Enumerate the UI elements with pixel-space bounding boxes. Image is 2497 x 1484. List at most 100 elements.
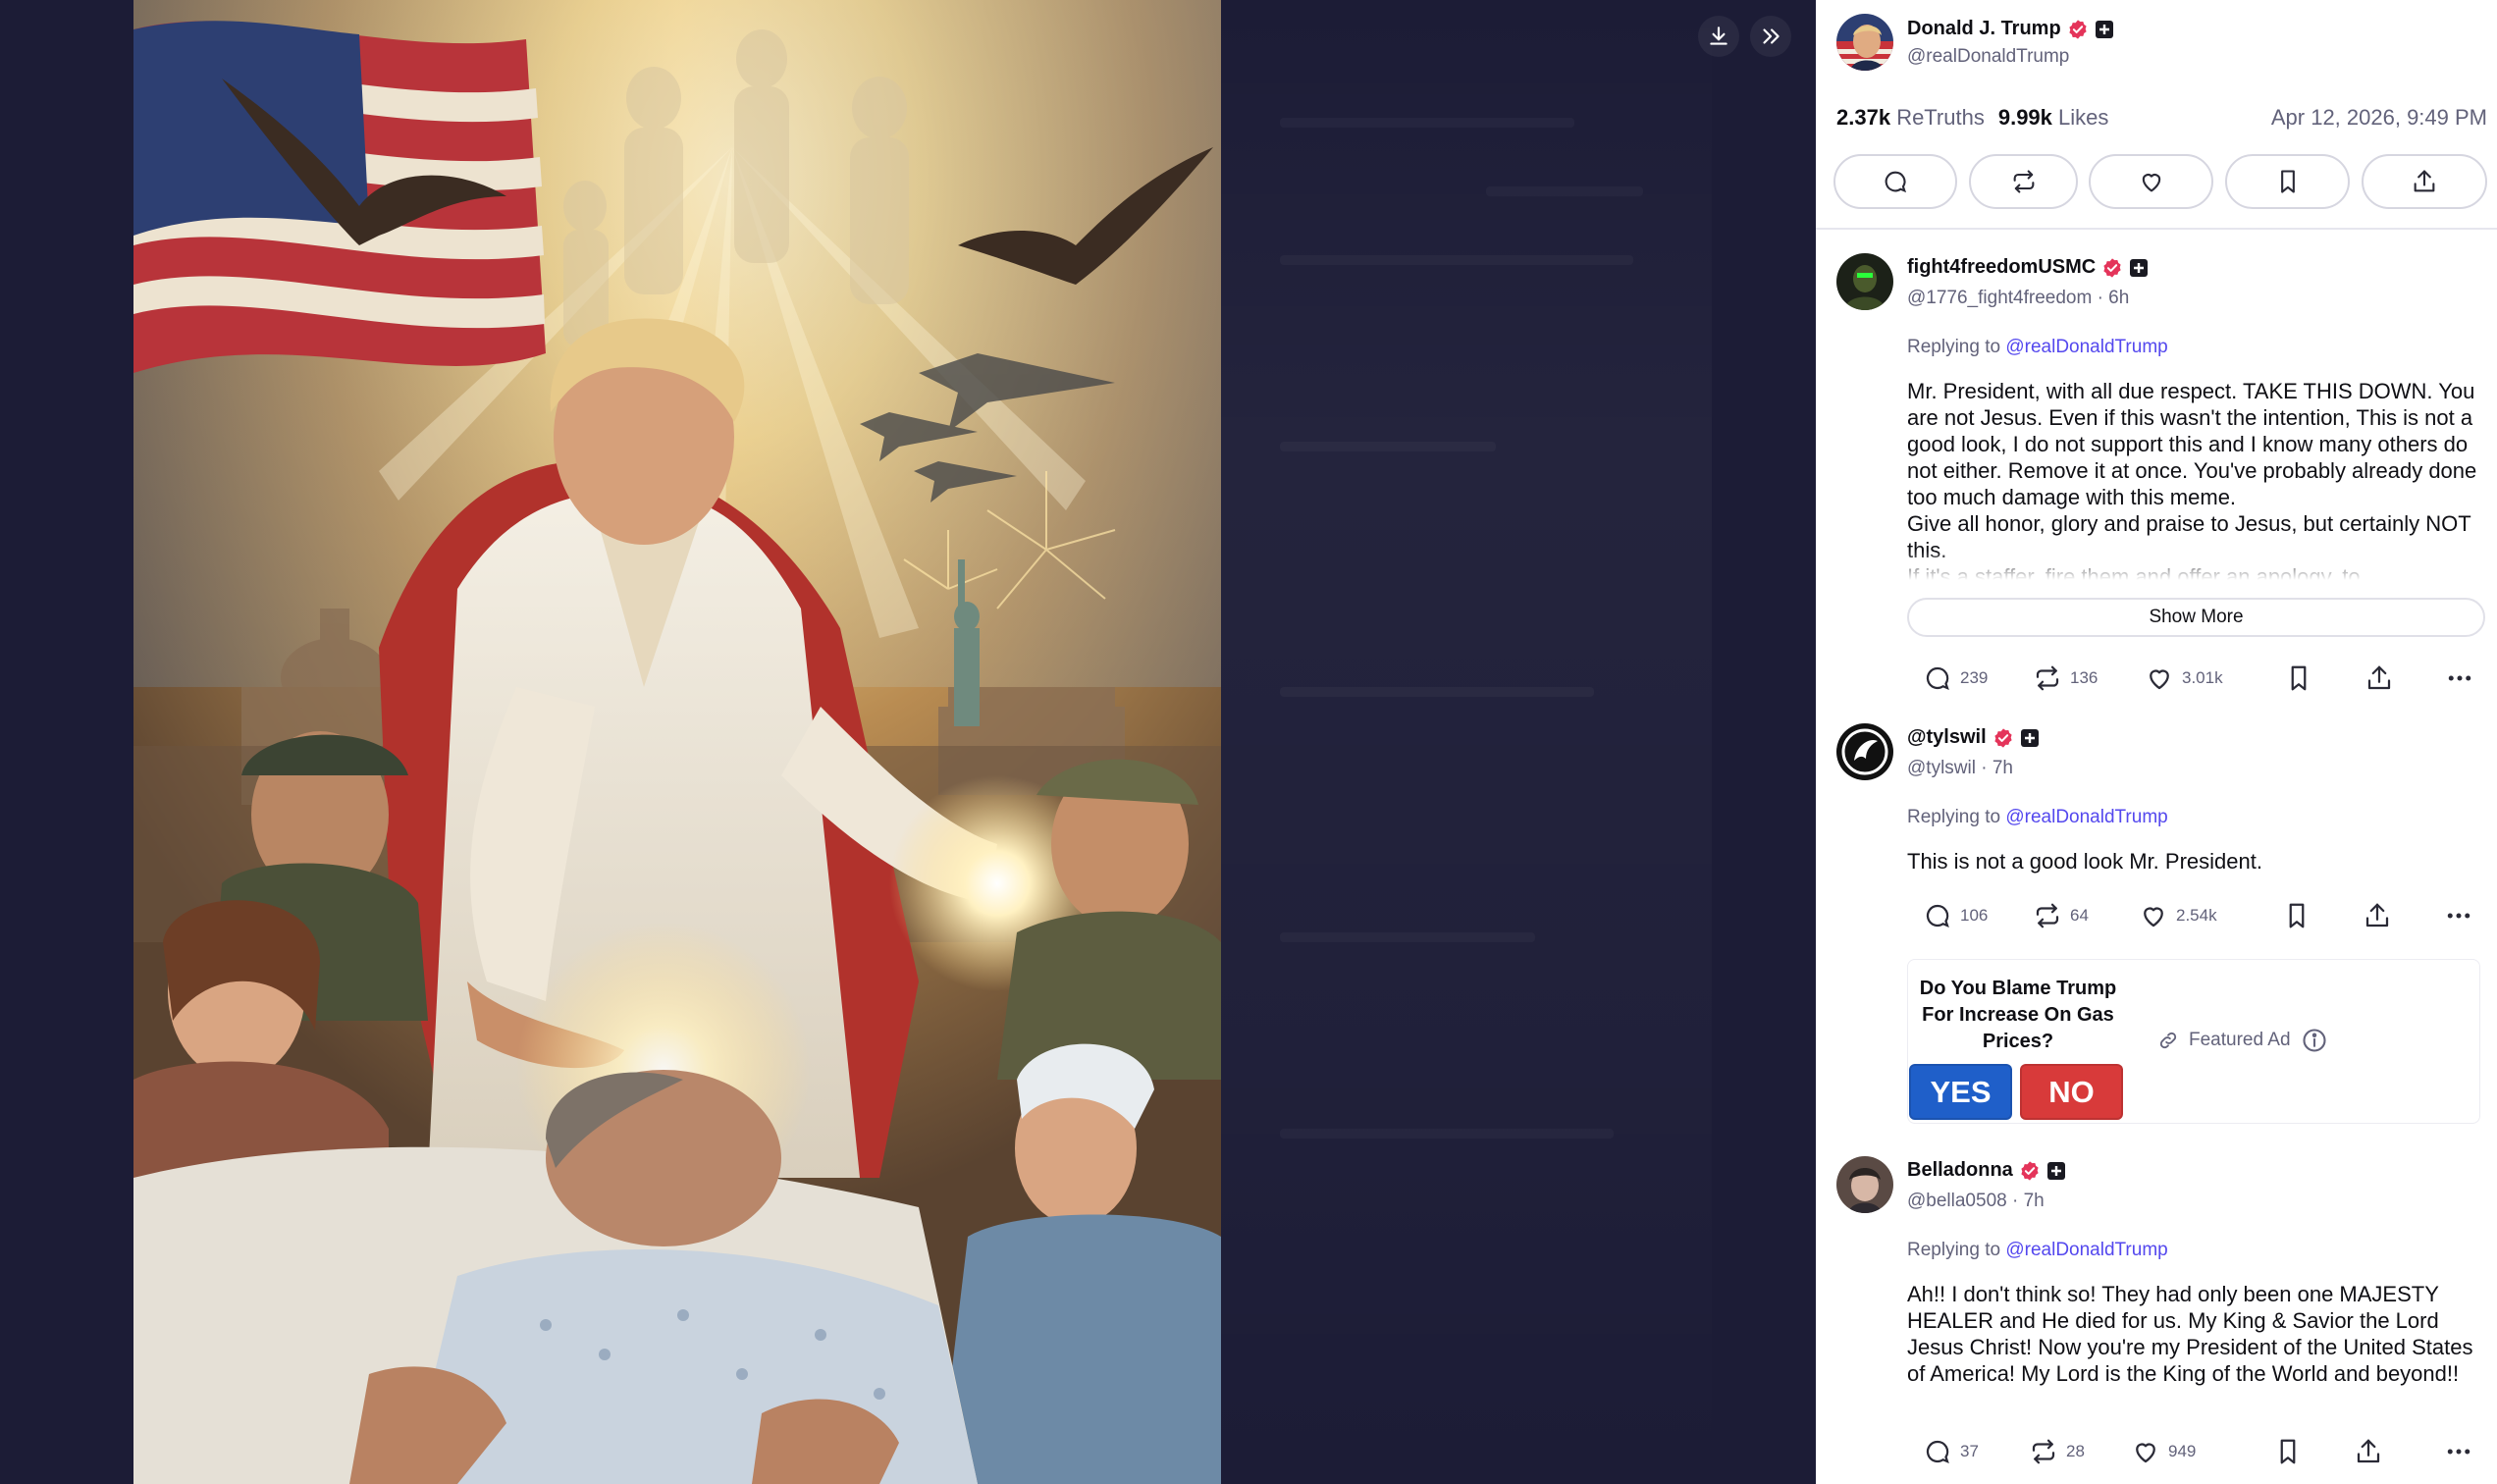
truth-plus-badge-icon xyxy=(2046,1161,2066,1181)
replying-to-link[interactable]: @realDonaldTrump xyxy=(2005,807,2167,827)
retruth-button[interactable]: 28 xyxy=(2029,1432,2085,1471)
reply-icon xyxy=(1926,666,1949,690)
bookmark-button[interactable] xyxy=(2273,1432,2303,1471)
reply-author-row: fight4freedomUSMC xyxy=(1907,256,2149,279)
background-blur xyxy=(1221,0,1712,1484)
likes-count[interactable]: 9.99k xyxy=(1998,105,2052,130)
reply-author-handle[interactable]: @1776_fight4freedom · 6h xyxy=(1907,288,2129,309)
share-button[interactable] xyxy=(2364,659,2394,698)
reply-author-name[interactable]: fight4freedomUSMC xyxy=(1907,256,2096,279)
reply-avatar[interactable] xyxy=(1836,1156,1893,1213)
ad-yes-button[interactable]: YES xyxy=(1909,1064,2012,1120)
reply-icon xyxy=(1885,171,1907,193)
like-icon xyxy=(2142,174,2160,192)
reply-action-bar: 239 136 3.01k xyxy=(1907,659,2478,698)
reply-button[interactable] xyxy=(1833,154,1957,209)
retruth-button[interactable]: 136 xyxy=(2033,659,2098,698)
retruth-count: 136 xyxy=(2070,668,2099,687)
reply-author-row: Belladonna xyxy=(1907,1159,2066,1182)
share-icon xyxy=(2357,1439,2380,1463)
download-icon xyxy=(1710,26,1727,45)
like-button[interactable]: 2.54k xyxy=(2139,896,2217,935)
like-button[interactable] xyxy=(2089,154,2213,209)
like-count: 949 xyxy=(2168,1442,2197,1460)
info-icon[interactable] xyxy=(2301,1027,2328,1054)
verified-badge-icon xyxy=(2101,257,2123,279)
replying-to: Replying to @realDonaldTrump xyxy=(1907,1240,2168,1261)
like-button[interactable]: 949 xyxy=(2131,1432,2196,1471)
replying-to-link[interactable]: @realDonaldTrump xyxy=(2005,1240,2167,1260)
reply-author-handle[interactable]: @tylswil · 7h xyxy=(1907,758,2013,779)
likes-label: Likes xyxy=(2058,105,2109,130)
verified-badge-icon xyxy=(2019,1160,2041,1182)
like-button[interactable]: 3.01k xyxy=(2145,659,2223,698)
show-more-button[interactable]: Show More xyxy=(1907,598,2485,637)
retruth-icon xyxy=(2036,665,2059,691)
ad-no-button[interactable]: NO xyxy=(2020,1064,2123,1120)
author-avatar-image xyxy=(1836,14,1893,71)
reply-author-row: @tylswil xyxy=(1907,726,2040,749)
post-image[interactable] xyxy=(133,0,1221,1484)
section-divider xyxy=(1816,228,2497,230)
author-name[interactable]: Donald J. Trump xyxy=(1907,18,2061,40)
retruths-count[interactable]: 2.37k xyxy=(1836,105,1890,130)
ad-question: Do You Blame Trump For Increase On Gas P… xyxy=(1919,978,2117,1052)
bookmark-button[interactable] xyxy=(2284,659,2313,698)
double-chevron-right-icon xyxy=(1763,28,1780,44)
download-button[interactable] xyxy=(1698,16,1739,57)
reply-button[interactable]: 106 xyxy=(1923,896,1988,935)
bookmark-button[interactable] xyxy=(2282,896,2311,935)
verified-badge-icon xyxy=(1992,727,2014,749)
post-action-bar xyxy=(1833,154,2487,209)
reply-avatar[interactable] xyxy=(1836,723,1893,780)
replying-to-prefix: Replying to xyxy=(1907,807,2001,827)
reply-button[interactable]: 37 xyxy=(1923,1432,1979,1471)
replying-to-link[interactable]: @realDonaldTrump xyxy=(2005,337,2167,357)
featured-ad[interactable]: Do You Blame Trump For Increase On Gas P… xyxy=(1907,959,2480,1124)
replying-to-prefix: Replying to xyxy=(1907,1240,2001,1260)
replying-to-prefix: Replying to xyxy=(1907,337,2001,357)
share-icon xyxy=(2365,903,2389,928)
replying-to: Replying to @realDonaldTrump xyxy=(1907,337,2168,358)
share-icon xyxy=(2414,170,2435,192)
bookmark-icon xyxy=(2289,903,2305,928)
like-icon xyxy=(2150,669,2169,690)
share-button[interactable] xyxy=(2362,154,2487,209)
featured-ad-label[interactable]: Featured Ad xyxy=(2157,1027,2328,1054)
replying-to: Replying to @realDonaldTrump xyxy=(1907,807,2168,828)
featured-ad-text: Featured Ad xyxy=(2189,1030,2291,1050)
reply-author-handle[interactable]: @bella0508 · 7h xyxy=(1907,1191,2045,1212)
bookmark-button[interactable] xyxy=(2225,154,2350,209)
truth-plus-badge-icon xyxy=(2095,20,2114,39)
retruth-button[interactable] xyxy=(1969,154,2078,209)
reply-action-bar: 37 28 949 xyxy=(1907,1432,2478,1471)
post-detail-panel: Donald J. Trump @realDonaldTrump 2.37k R… xyxy=(1816,0,2497,1484)
more-button[interactable] xyxy=(2445,659,2474,698)
like-count: 2.54k xyxy=(2176,906,2217,925)
reply-icon xyxy=(1926,904,1949,928)
retruth-count: 28 xyxy=(2066,1442,2085,1460)
reply-author-name[interactable]: @tylswil xyxy=(1907,726,1987,749)
reply-avatar[interactable] xyxy=(1836,253,1893,310)
reply-text: Mr. President, with all due respect. TAK… xyxy=(1907,379,2477,580)
share-button[interactable] xyxy=(2363,896,2392,935)
collapse-panel-button[interactable] xyxy=(1750,16,1791,57)
like-count: 3.01k xyxy=(2182,668,2223,687)
reply-text-container: Mr. President, with all due respect. TAK… xyxy=(1907,378,2478,580)
bookmark-icon xyxy=(2280,170,2295,193)
author-avatar[interactable] xyxy=(1836,14,1893,71)
share-button[interactable] xyxy=(2354,1432,2383,1471)
reply-avatar-image xyxy=(1836,253,1893,310)
author-name-row: Donald J. Trump xyxy=(1907,18,2114,40)
reply-author-name[interactable]: Belladonna xyxy=(1907,1159,2013,1182)
author-handle[interactable]: @realDonaldTrump xyxy=(1907,46,2069,68)
truth-plus-badge-icon xyxy=(2129,258,2149,278)
reply-button[interactable]: 239 xyxy=(1923,659,1988,698)
more-button[interactable] xyxy=(2444,896,2473,935)
retruths-label: ReTruths xyxy=(1896,105,1985,130)
retruth-button[interactable]: 64 xyxy=(2033,896,2089,935)
like-icon xyxy=(2136,1443,2155,1463)
more-button[interactable] xyxy=(2444,1432,2473,1471)
reply-avatar-image xyxy=(1836,1156,1893,1213)
more-dots-icon xyxy=(2447,913,2470,919)
